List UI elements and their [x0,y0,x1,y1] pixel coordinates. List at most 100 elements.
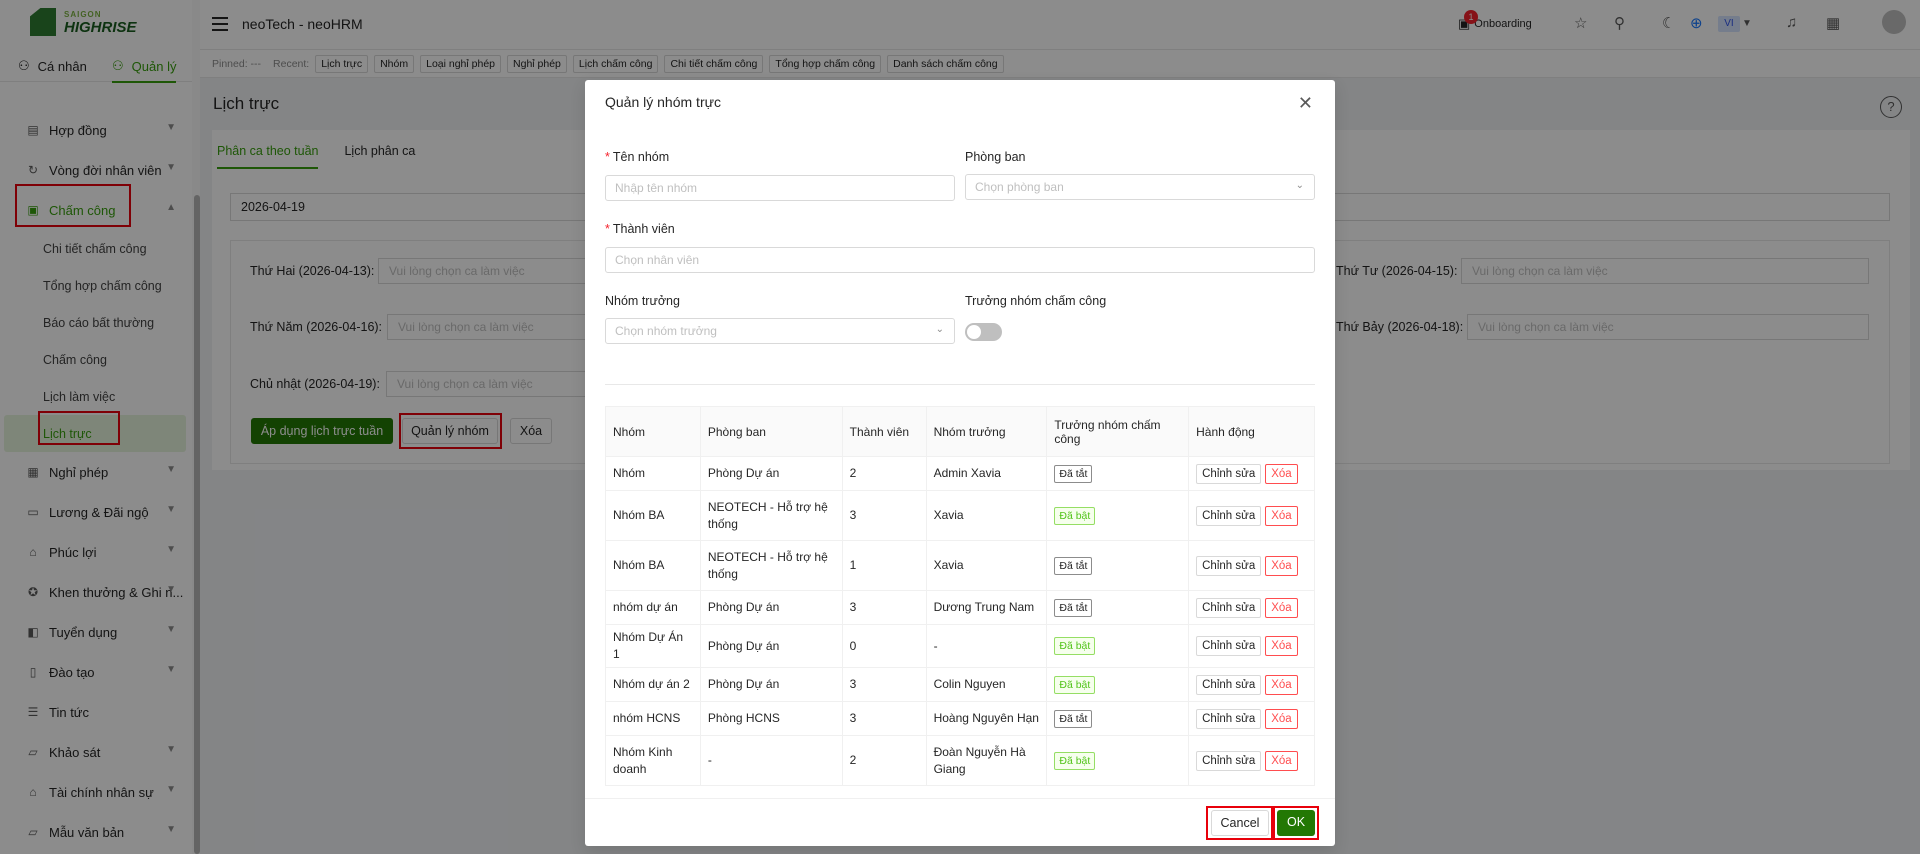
delete-row-button[interactable]: Xóa [1265,750,1298,771]
leader-attendance-cell: Đã tắt [1046,701,1190,736]
dept-cell: NEOTECH - Hỗ trợ hệ thống [699,540,843,591]
dept-cell: Phòng Dự án [699,624,843,668]
edit-button[interactable]: Chỉnh sửa [1196,750,1262,771]
dept-cell: - [699,735,843,786]
edit-button[interactable]: Chỉnh sửa [1196,674,1262,695]
table-row: Nhóm BA NEOTECH - Hỗ trợ hệ thống 3 Xavia Đã… [605,490,1315,541]
dept-cell: Phòng Dự án [699,590,843,625]
leader-attendance-cell: Đã bật [1046,667,1190,702]
delete-row-button[interactable]: Xóa [1265,597,1298,618]
table-row: nhóm dự án Phòng Dự án 3 Dương Trung Nam Đã … [605,590,1315,625]
group-name-input[interactable]: Nhập tên nhóm [605,175,955,201]
leader-attendance-cell: Đã bật [1046,735,1190,786]
col-header-members: Thành viên [841,406,927,457]
group-name-label: * Tên nhóm [605,150,670,164]
edit-button[interactable]: Chỉnh sửa [1196,555,1262,576]
leader-attendance-label: Trưởng nhóm chấm công [965,294,1107,308]
dept-label: Phòng ban [965,150,1026,164]
table-row: Nhóm Phòng Dự án 2 Admin Xavia Đã tắt Chỉnh s… [605,456,1315,491]
actions-cell: Chỉnh sửa Xóa [1188,624,1315,668]
dept-cell: NEOTECH - Hỗ trợ hệ thống [699,490,843,541]
group-name-cell: Nhóm dự án 2 [605,667,701,702]
leader-cell: Colin Nguyen [925,667,1048,702]
col-header-dept: Phòng ban [699,406,843,457]
group-name-cell: Nhóm BA [605,490,701,541]
edit-button[interactable]: Chỉnh sửa [1196,505,1262,526]
leader-attendance-toggle[interactable] [965,323,1002,341]
actions-cell: Chỉnh sửa Xóa [1188,701,1315,736]
modal-title: Quản lý nhóm trực [605,94,721,110]
members-label: * Thành viên [605,222,675,236]
members-cell: 1 [841,540,927,591]
col-header-leader: Nhóm trưởng [925,406,1048,457]
status-badge: Đã tắt [1054,598,1093,617]
group-name-cell: Nhóm Dự Án 1 [605,624,701,668]
dept-cell: Phòng HCNS [699,701,843,736]
status-badge: Đã tắt [1054,709,1093,728]
leader-cell: Hoàng Nguyên Hạn [925,701,1048,736]
leader-cell: - [925,624,1048,668]
table-row: Nhóm dự án 2 Phòng Dự án 3 Colin Nguyen Đã b… [605,667,1315,702]
table-row: Nhóm Dự Án 1 Phòng Dự án 0- Đã bật Chỉnh sửa… [605,624,1315,668]
leader-cell: Đoàn Nguyễn Hà Giang [925,735,1048,786]
dept-placeholder: Chọn phòng ban [975,180,1064,194]
members-cell: 2 [841,735,927,786]
dept-select[interactable]: Chọn phòng ban ⌄ [965,174,1315,200]
edit-button[interactable]: Chỉnh sửa [1196,597,1262,618]
leader-attendance-cell: Đã bật [1046,490,1190,541]
members-select[interactable]: Chọn nhân viên [605,247,1315,273]
actions-cell: Chỉnh sửa Xóa [1188,540,1315,591]
leader-select[interactable]: Chọn nhóm trưởng ⌄ [605,318,955,344]
table-row: nhóm HCNS Phòng HCNS 3 Hoàng Nguyên Hạn Đã t… [605,701,1315,736]
members-cell: 3 [841,590,927,625]
col-header-leader-attendance: Trưởng nhóm chấm công [1046,406,1190,457]
leader-cell: Admin Xavia [925,456,1048,491]
col-header-actions: Hành động [1188,406,1315,457]
members-cell: 3 [841,667,927,702]
members-cell: 2 [841,456,927,491]
delete-row-button[interactable]: Xóa [1265,674,1298,695]
ok-button[interactable]: OK [1277,810,1315,836]
table-row: Nhóm Kinh doanh -2 Đoàn Nguyễn Hà Giang Đã … [605,735,1315,786]
group-management-modal: Quản lý nhóm trực ✕ * Tên nhóm Nhập tên n… [585,80,1335,846]
members-cell: 0 [841,624,927,668]
group-name-cell: nhóm dự án [605,590,701,625]
cancel-button[interactable]: Cancel [1211,810,1269,836]
delete-row-button[interactable]: Xóa [1265,505,1298,526]
leader-attendance-cell: Đã tắt [1046,590,1190,625]
edit-button[interactable]: Chỉnh sửa [1196,636,1262,656]
members-cell: 3 [841,701,927,736]
group-name-cell: Nhóm Kinh doanh [605,735,701,786]
group-name-label-text: Tên nhóm [612,150,670,164]
edit-button[interactable]: Chỉnh sửa [1196,708,1262,729]
leader-placeholder: Chọn nhóm trưởng [615,324,717,338]
chevron-down-icon: ⌄ [1295,180,1304,191]
leader-cell: Xavia [925,490,1048,541]
actions-cell: Chỉnh sửa Xóa [1188,667,1315,702]
dept-cell: Phòng Dự án [699,667,843,702]
delete-row-button[interactable]: Xóa [1265,463,1298,484]
close-icon[interactable]: ✕ [1298,93,1313,114]
leader-label: Nhóm trưởng [605,294,680,308]
members-label-text: Thành viên [612,222,675,236]
group-name-cell: Nhóm [605,456,701,491]
delete-row-button[interactable]: Xóa [1265,636,1298,656]
delete-row-button[interactable]: Xóa [1265,555,1298,576]
leader-cell: Dương Trung Nam [925,590,1048,625]
status-badge: Đã tắt [1054,464,1093,483]
members-cell: 3 [841,490,927,541]
leader-attendance-cell: Đã bật [1046,624,1190,668]
chevron-down-icon: ⌄ [935,324,944,335]
status-badge: Đã bật [1054,675,1096,694]
leader-cell: Xavia [925,540,1048,591]
actions-cell: Chỉnh sửa Xóa [1188,456,1315,491]
modal-footer-divider [585,798,1335,799]
col-header-group: Nhóm [605,406,701,457]
actions-cell: Chỉnh sửa Xóa [1188,735,1315,786]
table-row: Nhóm BA NEOTECH - Hỗ trợ hệ thống 1 Xavia Đã… [605,540,1315,591]
table-header-row: Nhóm Phòng ban Thành viên Nhóm trưởng Tr… [605,406,1315,457]
edit-button[interactable]: Chỉnh sửa [1196,463,1262,484]
delete-row-button[interactable]: Xóa [1265,708,1298,729]
dept-cell: Phòng Dự án [699,456,843,491]
group-name-cell: nhóm HCNS [605,701,701,736]
